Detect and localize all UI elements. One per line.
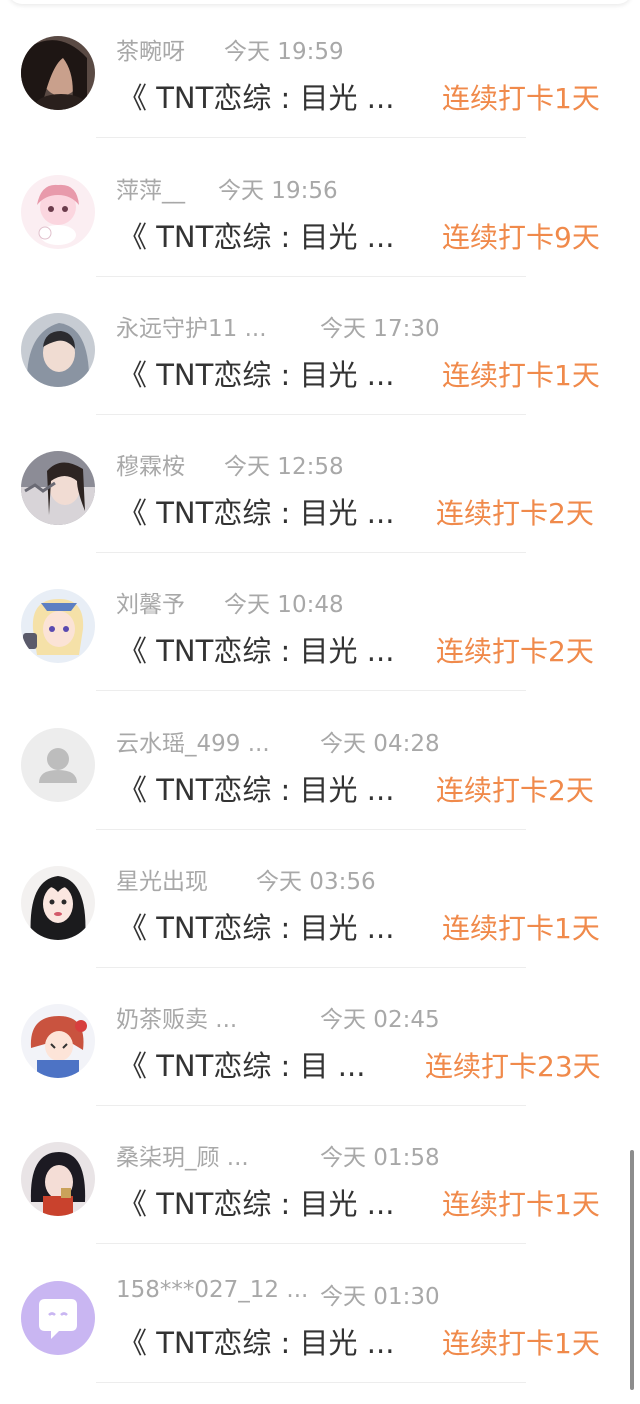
avatar[interactable] — [21, 1142, 95, 1216]
avatar[interactable] — [21, 313, 95, 387]
checkin-streak: 连续打卡1天 — [442, 1327, 600, 1360]
user-name[interactable]: 穆霖桉 — [116, 454, 185, 480]
list-item[interactable]: 158***027_12 ... 今天 01:30 《 TNT恋综 : 目光 ...… — [0, 1245, 640, 1383]
message-preview[interactable]: 《 TNT恋综 : 目光 ... — [118, 628, 394, 668]
divider — [96, 1382, 526, 1383]
message-preview[interactable]: 《 TNT恋综 : 目光 ... — [118, 75, 394, 115]
list-item[interactable]: 茶畹呀 今天 19:59 《 TNT恋综 : 目光 ... 连续打卡1天 — [0, 0, 640, 138]
user-name[interactable]: 茶畹呀 — [116, 39, 185, 65]
user-meta: 星光出现 今天 03:56 — [116, 862, 376, 895]
user-meta: 云水瑶_499 ... 今天 04:28 — [116, 724, 440, 757]
checkin-streak: 连续打卡23天 — [425, 1050, 601, 1083]
list-item[interactable]: 星光出现 今天 03:56 《 TNT恋综 : 目光 ... 连续打卡1天 — [0, 830, 640, 968]
message-preview[interactable]: 《 TNT恋综 : 目 ... — [118, 1043, 365, 1083]
user-meta: 158***027_12 ... 今天 01:30 — [116, 1277, 440, 1310]
avatar[interactable] — [21, 451, 95, 525]
user-name[interactable]: 奶茶贩卖 ... — [116, 1007, 237, 1033]
divider — [96, 137, 526, 138]
avatar[interactable] — [21, 36, 95, 110]
chat-bubble-icon[interactable] — [21, 1281, 95, 1355]
avatar[interactable] — [21, 589, 95, 663]
post-time: 今天 02:45 — [320, 1007, 440, 1033]
list-item[interactable]: 永远守护11 ... 今天 17:30 《 TNT恋综 : 目光 ... 连续打卡1天 — [0, 277, 640, 415]
user-name[interactable]: 云水瑶_499 ... — [116, 731, 270, 757]
user-name[interactable]: 萍萍__ — [116, 178, 185, 204]
message-preview[interactable]: 《 TNT恋综 : 目光 ... — [118, 490, 394, 530]
user-name[interactable]: 158***027_12 ... — [116, 1277, 308, 1303]
avatar[interactable] — [21, 175, 95, 249]
user-name[interactable]: 刘馨予 — [116, 592, 185, 618]
list-item[interactable]: 桑柒玥_顾 ... 今天 01:58 《 TNT恋综 : 目光 ... 连续打卡1天 — [0, 1106, 640, 1244]
checkin-streak: 连续打卡1天 — [442, 359, 600, 392]
avatar[interactable] — [21, 866, 95, 940]
message-preview[interactable]: 《 TNT恋综 : 目光 ... — [118, 214, 394, 254]
user-meta: 桑柒玥_顾 ... 今天 01:58 — [116, 1138, 440, 1171]
scrollbar[interactable] — [630, 1150, 634, 1390]
checkin-streak: 连续打卡2天 — [436, 635, 594, 668]
user-meta: 永远守护11 ... 今天 17:30 — [116, 309, 440, 342]
checkin-streak: 连续打卡2天 — [436, 497, 594, 530]
divider — [96, 1243, 526, 1244]
checkin-streak: 连续打卡1天 — [442, 82, 600, 115]
checkin-streak: 连续打卡1天 — [442, 1188, 600, 1221]
user-name[interactable]: 桑柒玥_顾 ... — [116, 1145, 249, 1171]
post-time: 今天 19:59 — [224, 39, 344, 65]
list-item[interactable]: 萍萍__ 今天 19:56 《 TNT恋综 : 目光 ... 连续打卡9天 — [0, 139, 640, 277]
post-time: 今天 12:58 — [224, 454, 344, 480]
message-preview[interactable]: 《 TNT恋综 : 目光 ... — [118, 1320, 394, 1360]
user-meta: 茶畹呀 今天 19:59 — [116, 32, 344, 65]
avatar[interactable] — [21, 1004, 95, 1078]
message-preview[interactable]: 《 TNT恋综 : 目光 ... — [118, 905, 394, 945]
post-time: 今天 01:30 — [320, 1284, 440, 1310]
user-name[interactable]: 永远守护11 ... — [116, 316, 267, 342]
user-meta: 刘馨予 今天 10:48 — [116, 585, 344, 618]
post-time: 今天 17:30 — [320, 316, 440, 342]
post-time: 今天 19:56 — [218, 178, 338, 204]
user-meta: 穆霖桉 今天 12:58 — [116, 447, 344, 480]
message-preview[interactable]: 《 TNT恋综 : 目光 ... — [118, 1181, 394, 1221]
list-item[interactable]: 穆霖桉 今天 12:58 《 TNT恋综 : 目光 ... 连续打卡2天 — [0, 415, 640, 553]
checkin-streak: 连续打卡2天 — [436, 774, 594, 807]
message-preview[interactable]: 《 TNT恋综 : 目光 ... — [118, 352, 394, 392]
user-name[interactable]: 星光出现 — [116, 869, 208, 895]
list-item[interactable]: 刘馨予 今天 10:48 《 TNT恋综 : 目光 ... 连续打卡2天 — [0, 553, 640, 691]
user-meta: 奶茶贩卖 ... 今天 02:45 — [116, 1000, 440, 1033]
checkin-streak: 连续打卡9天 — [442, 221, 600, 254]
list-item[interactable]: 云水瑶_499 ... 今天 04:28 《 TNT恋综 : 目光 ... 连续打卡2… — [0, 692, 640, 830]
checkin-streak: 连续打卡1天 — [442, 912, 600, 945]
post-time: 今天 01:58 — [320, 1145, 440, 1171]
post-time: 今天 03:56 — [256, 869, 376, 895]
message-preview[interactable]: 《 TNT恋综 : 目光 ... — [118, 767, 394, 807]
user-meta: 萍萍__ 今天 19:56 — [116, 171, 338, 204]
post-time: 今天 10:48 — [224, 592, 344, 618]
default-user-icon[interactable] — [21, 728, 95, 802]
divider — [96, 690, 526, 691]
post-time: 今天 04:28 — [320, 731, 440, 757]
list-item[interactable]: 奶茶贩卖 ... 今天 02:45 《 TNT恋综 : 目 ... 连续打卡23天 — [0, 968, 640, 1106]
